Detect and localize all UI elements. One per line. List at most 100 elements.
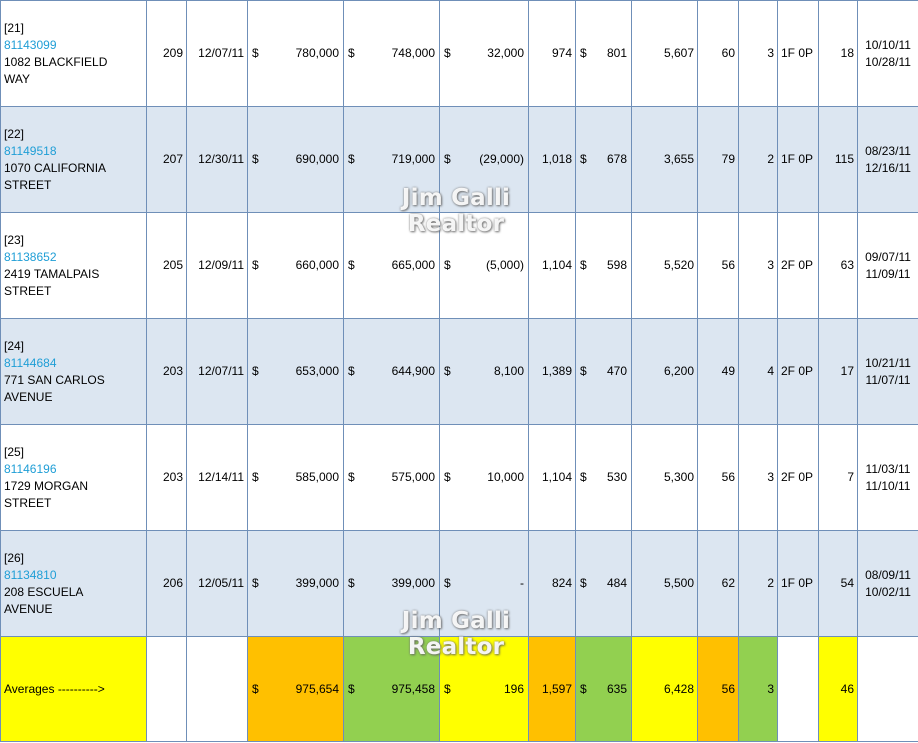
mls-number-link[interactable]: 81134810 <box>4 567 143 584</box>
currency-symbol: $ <box>348 470 355 484</box>
sale-price-cell: $399,000 <box>343 530 440 637</box>
table-row: [26] 81134810 208 ESCUELA AVENUE 206 12/05/11… <box>0 530 918 637</box>
currency-symbol: $ <box>252 258 259 272</box>
currency-symbol: $ <box>444 681 451 696</box>
mls-number-link[interactable]: 81146196 <box>4 461 143 478</box>
price-difference-cell: $32,000 <box>439 0 529 107</box>
pending-date: 11/09/11 <box>865 266 911 281</box>
sale-price-cell: $665,000 <box>343 212 440 319</box>
code-cell: 207 <box>146 106 187 213</box>
age-cell: 79 <box>697 106 739 213</box>
address-line-1: 2419 TAMALPAIS <box>4 266 100 281</box>
currency-symbol: $ <box>348 364 355 378</box>
averages-difference-cell: $196 <box>439 636 529 742</box>
currency-symbol: $ <box>348 576 355 590</box>
currency-symbol: $ <box>580 470 587 484</box>
price-per-sqft: 484 <box>606 576 627 590</box>
list-date: 09/07/11 <box>865 249 911 264</box>
dates-cell: 09/07/11 11/09/11 <box>857 212 918 319</box>
sale-price: 665,000 <box>391 258 435 272</box>
days-on-market-cell: 7 <box>818 424 858 531</box>
averages-age: 56 <box>697 636 739 742</box>
lot-size-cell: 5,500 <box>631 530 698 637</box>
price-difference: 10,000 <box>487 470 524 484</box>
pending-date: 10/28/11 <box>865 54 911 69</box>
currency-symbol: $ <box>348 258 355 272</box>
averages-sqft: 1,597 <box>528 636 576 742</box>
currency-symbol: $ <box>252 364 259 378</box>
listing-cell: [25] 81146196 1729 MORGAN STREET <box>0 424 147 531</box>
pending-date: 12/16/11 <box>865 160 911 175</box>
baths-cell: 1F 0P <box>777 530 819 637</box>
code-cell: 205 <box>146 212 187 319</box>
days-on-market-cell: 18 <box>818 0 858 107</box>
dates-cell: 10/21/11 11/07/11 <box>857 318 918 425</box>
price-difference: 32,000 <box>487 46 524 60</box>
listing-index: [22] <box>4 126 25 141</box>
averages-row: Averages ----------> $975,654 $975,458 $… <box>0 636 918 742</box>
baths-cell: 2F 0P <box>777 424 819 531</box>
beds-cell: 2 <box>738 106 778 213</box>
sale-price: 719,000 <box>391 152 435 166</box>
currency-symbol: $ <box>252 470 259 484</box>
address-line-2: AVENUE <box>4 389 53 404</box>
sqft-cell: 1,104 <box>528 424 576 531</box>
currency-symbol: $ <box>580 258 587 272</box>
averages-empty-cell <box>186 636 248 742</box>
averages-label-cell: Averages ----------> <box>0 636 147 742</box>
list-price: 653,000 <box>295 364 339 378</box>
listing-cell: [21] 81143099 1082 BLACKFIELD WAY <box>0 0 147 107</box>
averages-beds: 3 <box>738 636 778 742</box>
table-row: [23] 81138652 2419 TAMALPAIS STREET 205 12/09… <box>0 212 918 319</box>
price-difference: - <box>520 576 524 590</box>
list-price: 660,000 <box>295 258 339 272</box>
price-difference-cell: $8,100 <box>439 318 529 425</box>
mls-number-link[interactable]: 81149518 <box>4 143 143 160</box>
currency-symbol: $ <box>444 152 451 166</box>
lot-size-cell: 5,607 <box>631 0 698 107</box>
currency-symbol: $ <box>444 470 451 484</box>
currency-symbol: $ <box>444 258 451 272</box>
list-price: 780,000 <box>295 46 339 60</box>
averages-price-per-sqft: 635 <box>606 681 627 696</box>
price-difference-cell: $ (5,000) <box>439 212 529 319</box>
days-on-market-cell: 115 <box>818 106 858 213</box>
list-price-cell: $653,000 <box>247 318 344 425</box>
list-date: 10/10/11 <box>865 37 911 52</box>
beds-cell: 4 <box>738 318 778 425</box>
currency-symbol: $ <box>580 46 587 60</box>
list-date: 08/23/11 <box>865 143 911 158</box>
price-per-sqft-cell: $801 <box>575 0 632 107</box>
price-per-sqft: 678 <box>606 152 627 166</box>
list-price-cell: $660,000 <box>247 212 344 319</box>
price-difference: 8,100 <box>493 364 524 378</box>
currency-symbol: $ <box>252 152 259 166</box>
averages-sale-price: 975,458 <box>391 681 435 696</box>
mls-number-link[interactable]: 81143099 <box>4 37 143 54</box>
sale-price: 399,000 <box>391 576 435 590</box>
currency-symbol: $ <box>580 152 587 166</box>
address-line-1: 771 SAN CARLOS <box>4 372 105 387</box>
currency-symbol: $ <box>444 364 451 378</box>
listing-cell: [24] 81144684 771 SAN CARLOS AVENUE <box>0 318 147 425</box>
table-row: [22] 81149518 1070 CALIFORNIA STREET 207 12/3… <box>0 106 918 213</box>
lot-size-cell: 6,200 <box>631 318 698 425</box>
list-date: 11/03/11 <box>865 461 911 476</box>
averages-difference: 196 <box>503 681 524 696</box>
sale-price: 575,000 <box>391 470 435 484</box>
address-line-2: STREET <box>4 283 52 298</box>
list-date: 08/09/11 <box>865 567 911 582</box>
dates-cell: 08/23/11 12/16/11 <box>857 106 918 213</box>
days-on-market-cell: 63 <box>818 212 858 319</box>
close-date-cell: 12/07/11 <box>186 318 248 425</box>
mls-number-link[interactable]: 81144684 <box>4 355 143 372</box>
sqft-cell: 1,389 <box>528 318 576 425</box>
sale-price: 644,900 <box>391 364 435 378</box>
averages-list-price: 975,654 <box>295 681 339 696</box>
code-cell: 203 <box>146 424 187 531</box>
mls-number-link[interactable]: 81138652 <box>4 249 143 266</box>
age-cell: 62 <box>697 530 739 637</box>
currency-symbol: $ <box>252 681 259 696</box>
pending-date: 10/02/11 <box>865 584 911 599</box>
listing-cell: [22] 81149518 1070 CALIFORNIA STREET <box>0 106 147 213</box>
